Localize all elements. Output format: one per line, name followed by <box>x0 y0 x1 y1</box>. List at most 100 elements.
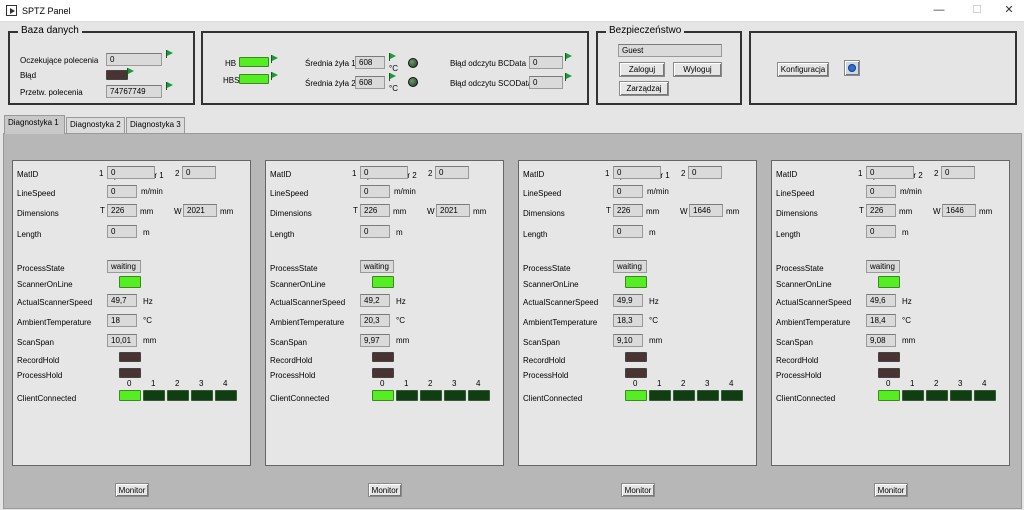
client-3-index: 3 <box>958 379 963 388</box>
avg-vein2-label: Średnia żyła 2 <box>305 79 356 88</box>
processed-commands-label: Przetw. polecenia <box>20 88 83 97</box>
matid-1-value: 0 <box>866 166 914 179</box>
minimize-button[interactable]: — <box>924 0 954 22</box>
scannerspeed-unit: Hz <box>649 297 659 306</box>
scannerspeed-label: ActualScannerSpeed <box>776 298 852 307</box>
maximize-button[interactable]: ☐ <box>962 0 992 22</box>
ambienttemp-label: AmbientTemperature <box>523 318 598 327</box>
db-error-flag-icon <box>127 68 135 76</box>
dimension-w-unit: mm <box>220 207 234 216</box>
dimension-w-value: 1646 <box>689 204 723 217</box>
security-title: Bezpieczeństwo <box>606 25 685 37</box>
monitor-button-4[interactable]: Monitor <box>874 483 908 497</box>
avg-vein2-led <box>408 77 418 87</box>
hb-flag-icon <box>271 55 279 63</box>
length-label: Length <box>523 230 548 239</box>
ambienttemp-unit: °C <box>649 316 658 325</box>
client-1-index: 1 <box>657 379 662 388</box>
dimensions-label: Dimensions <box>523 209 565 218</box>
scanspan-unit: mm <box>143 336 157 345</box>
processstate-label: ProcessState <box>776 264 824 273</box>
tab-diagnostyka-2[interactable]: Diagnostyka 2 <box>66 117 125 133</box>
status-box: HB HBS Średnia żyła 1 608 °C Średnia żył… <box>201 31 589 105</box>
info-icon <box>848 64 856 72</box>
bcdata-error-value: 0 <box>529 56 563 69</box>
length-label: Length <box>270 230 295 239</box>
linespeed-value: 0 <box>360 185 390 198</box>
monitor-button-2[interactable]: Monitor <box>368 483 402 497</box>
matid-2-value: 0 <box>688 166 722 179</box>
bcdata-error-flag-icon <box>565 53 573 61</box>
length-label: Length <box>776 230 801 239</box>
dimension-w-unit: mm <box>979 207 993 216</box>
avg-vein1-value: 608 <box>355 56 385 69</box>
matid-label: MatID <box>523 170 545 179</box>
linespeed-unit: m/min <box>141 187 163 196</box>
client-0-index: 0 <box>886 379 891 388</box>
client-4-index: 4 <box>729 379 734 388</box>
recordhold-label: RecordHold <box>17 356 60 365</box>
dimension-t-unit: mm <box>899 207 913 216</box>
processstate-value: waiting <box>360 260 394 273</box>
linespeed-unit: m/min <box>900 187 922 196</box>
matid-2-value: 0 <box>435 166 469 179</box>
avg-vein1-flag-icon <box>389 53 397 61</box>
clientconnected-label: ClientConnected <box>523 394 583 403</box>
db-error-led <box>106 70 128 80</box>
close-button[interactable]: ✕ <box>994 0 1024 22</box>
recordhold-led <box>372 352 394 362</box>
matid-1-label: 1 <box>605 169 610 178</box>
dimension-w-value: 1646 <box>942 204 976 217</box>
logout-button[interactable]: Wyloguj <box>673 62 722 77</box>
dimension-t-value: 226 <box>613 204 643 217</box>
scanspan-label: ScanSpan <box>523 338 560 347</box>
linespeed-value: 0 <box>107 185 137 198</box>
ambienttemp-unit: °C <box>143 316 152 325</box>
dimension-t-label: T <box>353 206 358 215</box>
window-title: SPTZ Panel <box>22 6 71 16</box>
tab-diagnostyka-3[interactable]: Diagnostyka 3 <box>126 117 185 133</box>
processhold-led <box>119 368 141 378</box>
recordhold-led <box>119 352 141 362</box>
login-button[interactable]: Zaloguj <box>619 62 665 77</box>
avg-vein2-unit: °C <box>389 84 398 93</box>
client-2-led <box>167 390 189 401</box>
length-value: 0 <box>107 225 137 238</box>
scanspan-value: 9,10 <box>613 334 643 347</box>
client-1-led <box>902 390 924 401</box>
client-3-led <box>191 390 213 401</box>
configuration-button[interactable]: Konfiguracja <box>777 62 829 77</box>
client-2-index: 2 <box>175 379 180 388</box>
database-box: Baza danych Oczekujące polecenia 0 Błąd … <box>8 25 195 105</box>
monitor-button-1[interactable]: Monitor <box>115 483 149 497</box>
scanneronline-led <box>119 276 141 288</box>
matid-1-label: 1 <box>352 169 357 178</box>
clientconnected-label: ClientConnected <box>270 394 330 403</box>
manage-button[interactable]: Zarządzaj <box>619 81 669 96</box>
info-button[interactable] <box>844 60 860 76</box>
linespeed-label: LineSpeed <box>523 189 562 198</box>
processstate-label: ProcessState <box>17 264 65 273</box>
dimension-w-label: W <box>427 207 435 216</box>
recordhold-label: RecordHold <box>270 356 313 365</box>
matid-label: MatID <box>17 170 39 179</box>
monitor-button-3[interactable]: Monitor <box>621 483 655 497</box>
client-0-led <box>372 390 394 401</box>
scanner-panel-1: Żyła 1 skaner 1MatID1020LineSpeed0m/minD… <box>12 160 251 466</box>
avg-vein2-flag-icon <box>389 73 397 81</box>
dimension-w-value: 2021 <box>436 204 470 217</box>
recordhold-led <box>878 352 900 362</box>
dimension-t-label: T <box>100 206 105 215</box>
scanneronline-label: ScannerOnLine <box>270 280 326 289</box>
dimension-t-unit: mm <box>140 207 154 216</box>
ambienttemp-value: 18,3 <box>613 314 643 327</box>
length-value: 0 <box>360 225 390 238</box>
dimension-t-unit: mm <box>646 207 660 216</box>
dimension-t-unit: mm <box>393 207 407 216</box>
scanneronline-label: ScannerOnLine <box>17 280 73 289</box>
client-4-led <box>468 390 490 401</box>
tab-diagnostyka-1[interactable]: Diagnostyka 1 <box>4 115 65 134</box>
client-1-led <box>143 390 165 401</box>
matid-1-value: 0 <box>613 166 661 179</box>
scannerspeed-value: 49,9 <box>613 294 643 307</box>
